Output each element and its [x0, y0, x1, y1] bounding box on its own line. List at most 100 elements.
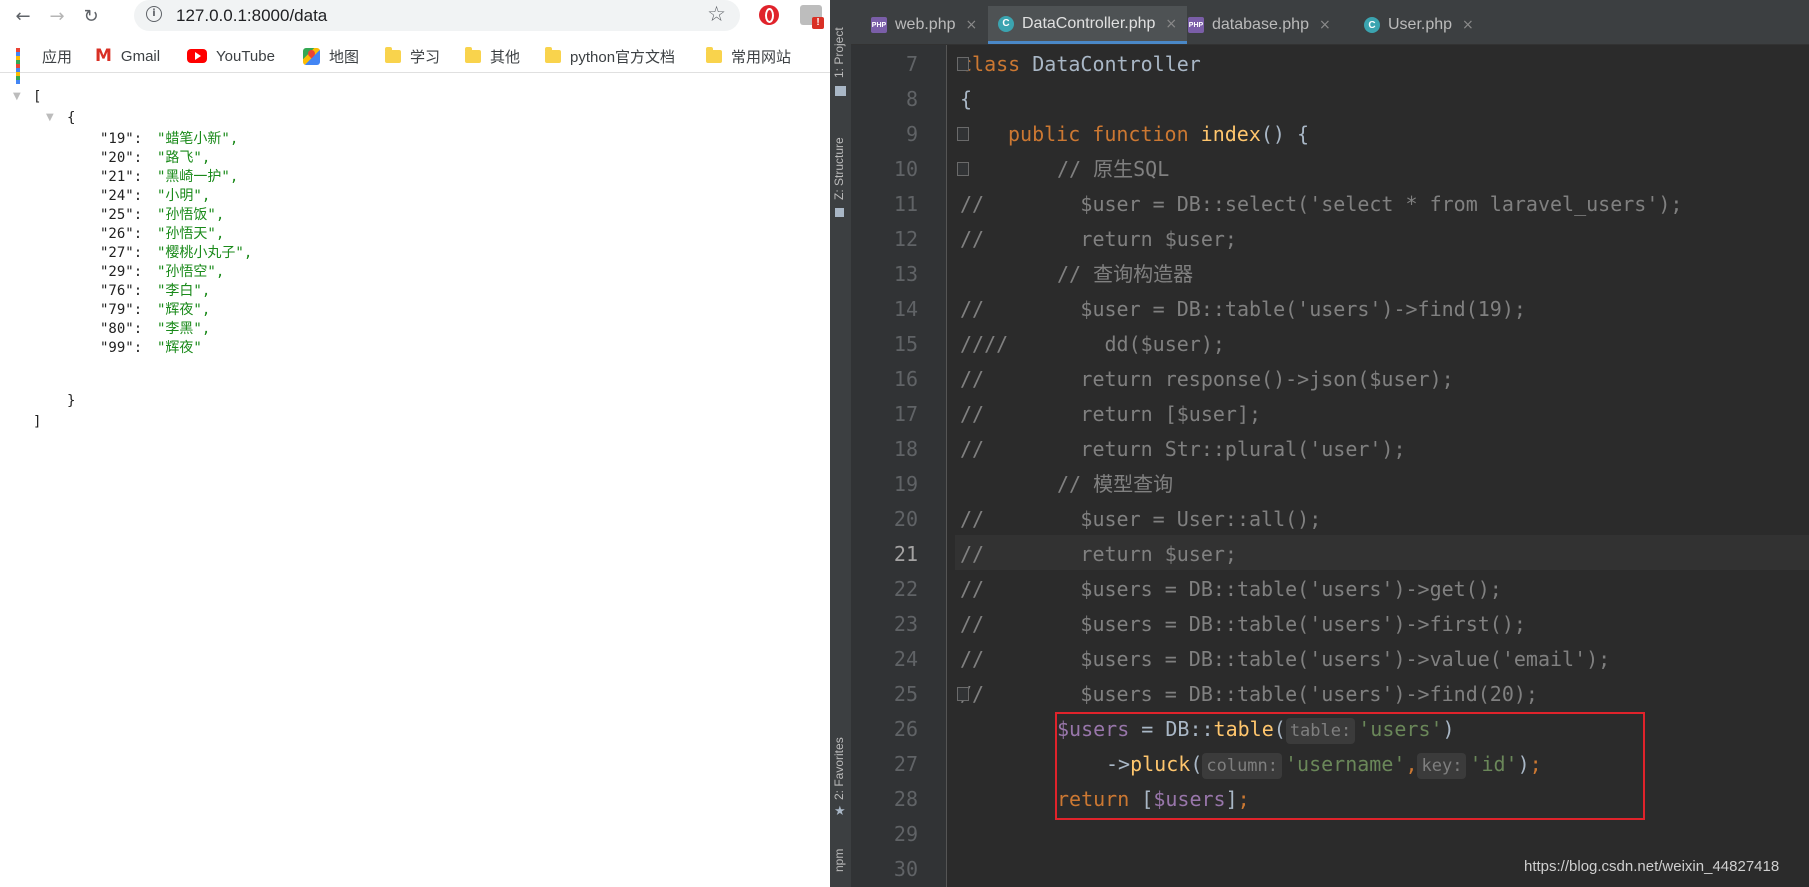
close-icon[interactable]: ×	[1165, 16, 1177, 32]
class-file-icon: C	[1364, 17, 1380, 33]
fold-marker-icon[interactable]	[957, 57, 969, 71]
bookmark-gmail[interactable]: M Gmail	[95, 40, 160, 72]
code-token: {	[960, 87, 973, 111]
code-line: // 原生SQL	[1057, 152, 1169, 187]
annotation-highlight-box	[1055, 712, 1645, 820]
code-line: // $users = DB::table('users')->value('e…	[960, 642, 1610, 677]
bookmark-apps[interactable]: 应用	[16, 40, 72, 84]
opera-extension-icon[interactable]	[759, 5, 779, 25]
close-icon[interactable]: ×	[966, 17, 978, 33]
bookmark-folder-other[interactable]: 其他	[465, 40, 520, 72]
code-line: class DataController	[960, 47, 1201, 82]
gutter-divider	[946, 45, 947, 887]
code-token: //// dd($user);	[960, 332, 1225, 356]
fold-marker-icon[interactable]	[957, 127, 969, 141]
structure-icon[interactable]	[835, 208, 844, 217]
bookmark-folder-study[interactable]: 学习	[385, 40, 440, 72]
json-value: "蜡笔小新",	[157, 131, 239, 147]
code-token: // return $user;	[960, 227, 1237, 251]
fold-marker-icon[interactable]	[957, 687, 969, 701]
bookmarks-bar: 应用 M Gmail YouTube 地图 学习 其他 python官方文档 常用…	[0, 40, 830, 84]
json-value: "樱桃小丸子",	[157, 245, 253, 261]
fold-marker-icon[interactable]	[957, 162, 969, 176]
project-folder-icon[interactable]	[835, 86, 846, 96]
forward-icon[interactable]: →	[44, 3, 70, 29]
line-number: 9	[905, 122, 918, 146]
tab-user-php[interactable]: C User.php ×	[1354, 6, 1484, 44]
bookmark-folder-python-docs[interactable]: python官方文档	[545, 40, 675, 72]
bookmark-label: YouTube	[216, 47, 275, 65]
tab-database-php[interactable]: PHP database.php ×	[1178, 6, 1341, 44]
code-token: // $users = DB::table('users')->find(20)…	[960, 682, 1538, 706]
code-token: // $users = DB::table('users')->value('e…	[960, 647, 1611, 671]
youtube-icon	[187, 49, 207, 63]
json-key: "80":	[100, 321, 143, 337]
watermark-text: https://blog.csdn.net/weixin_44827418	[1524, 858, 1780, 875]
url-text[interactable]: 127.0.0.1:8000/data	[176, 6, 327, 26]
line-number: 13	[893, 262, 918, 286]
line-number: 17	[893, 402, 918, 426]
code-token: // $user = User::all();	[960, 507, 1322, 531]
back-icon[interactable]: ←	[10, 3, 36, 29]
bookmark-youtube[interactable]: YouTube	[187, 40, 275, 72]
json-close-bracket: ]	[33, 414, 42, 430]
line-number: 29	[893, 822, 918, 846]
maps-icon	[303, 47, 320, 65]
bookmark-label: python官方文档	[570, 48, 676, 66]
collapse-toggle-icon[interactable]: ▼	[46, 112, 54, 123]
json-key: "76":	[100, 283, 143, 299]
code-token: index	[1200, 122, 1261, 146]
side-tab-structure[interactable]: Z: Structure	[832, 137, 846, 200]
php-file-icon: PHP	[871, 17, 887, 33]
bookmark-star-icon[interactable]: ☆	[707, 2, 726, 26]
extension-icon[interactable]: !	[800, 5, 824, 29]
code-line: // $user = DB::select('select * from lar…	[960, 187, 1682, 222]
code-line: // 查询构造器	[1057, 257, 1193, 292]
code-line: {	[960, 82, 972, 117]
json-key: "25":	[100, 207, 143, 223]
json-value: "李黑",	[157, 321, 211, 337]
bookmark-maps[interactable]: 地图	[303, 40, 359, 72]
line-number: 21	[893, 542, 918, 566]
line-number-gutter: 7 8 9 10 11 12 13 14 15 16 17 18 19 20 21 22 23 24 25 26 27 2…	[851, 45, 946, 887]
code-token: DataController	[1032, 52, 1201, 76]
side-tab-favorites[interactable]: 2: Favorites	[832, 737, 846, 800]
code-line: // return response()->json($user);	[960, 362, 1454, 397]
code-token: // return $user;	[960, 542, 1237, 566]
code-line: // $users = DB::table('users')->first();	[960, 607, 1526, 642]
json-value: "路飞",	[157, 150, 211, 166]
code-line: // 模型查询	[1057, 467, 1173, 502]
json-key: "26":	[100, 226, 143, 242]
reload-icon[interactable]: ↻	[78, 3, 104, 29]
favorites-star-icon[interactable]: ★	[834, 803, 846, 819]
tab-web-php[interactable]: PHP web.php ×	[861, 6, 987, 44]
code-line: // return $user;	[960, 222, 1237, 257]
info-icon[interactable]: i	[146, 6, 162, 22]
code-token: // $users = DB::table('users')->get();	[960, 577, 1502, 601]
gmail-icon: M	[95, 46, 112, 66]
json-close-brace: }	[67, 393, 76, 409]
json-key: "79":	[100, 302, 143, 318]
code-line: public function index() {	[1008, 117, 1309, 152]
json-key: "24":	[100, 188, 143, 204]
close-icon[interactable]: ×	[1319, 17, 1331, 33]
json-value: "辉夜"	[157, 340, 202, 356]
tab-datacontroller-php[interactable]: C DataController.php ×	[988, 6, 1188, 44]
side-tab-npm[interactable]: npm	[832, 849, 846, 872]
tab-label: User.php	[1388, 16, 1453, 33]
code-token: public function	[1008, 122, 1201, 146]
collapse-toggle-icon[interactable]: ▼	[13, 91, 21, 102]
bookmark-label: 其他	[490, 48, 521, 66]
line-number: 22	[893, 577, 918, 601]
json-value: "孙悟饭",	[157, 207, 225, 223]
line-number: 8	[905, 87, 918, 111]
bookmark-folder-sites[interactable]: 常用网站	[706, 40, 791, 72]
tab-label: database.php	[1212, 16, 1309, 33]
code-token: // return Str::plural('user');	[960, 437, 1406, 461]
close-icon[interactable]: ×	[1462, 17, 1474, 33]
code-token: // 原生SQL	[1057, 157, 1170, 181]
line-number: 14	[893, 297, 918, 321]
side-tab-project[interactable]: 1: Project	[832, 27, 846, 78]
json-key: "21":	[100, 169, 143, 185]
address-bar[interactable]: i 127.0.0.1:8000/data ☆	[134, 0, 740, 31]
